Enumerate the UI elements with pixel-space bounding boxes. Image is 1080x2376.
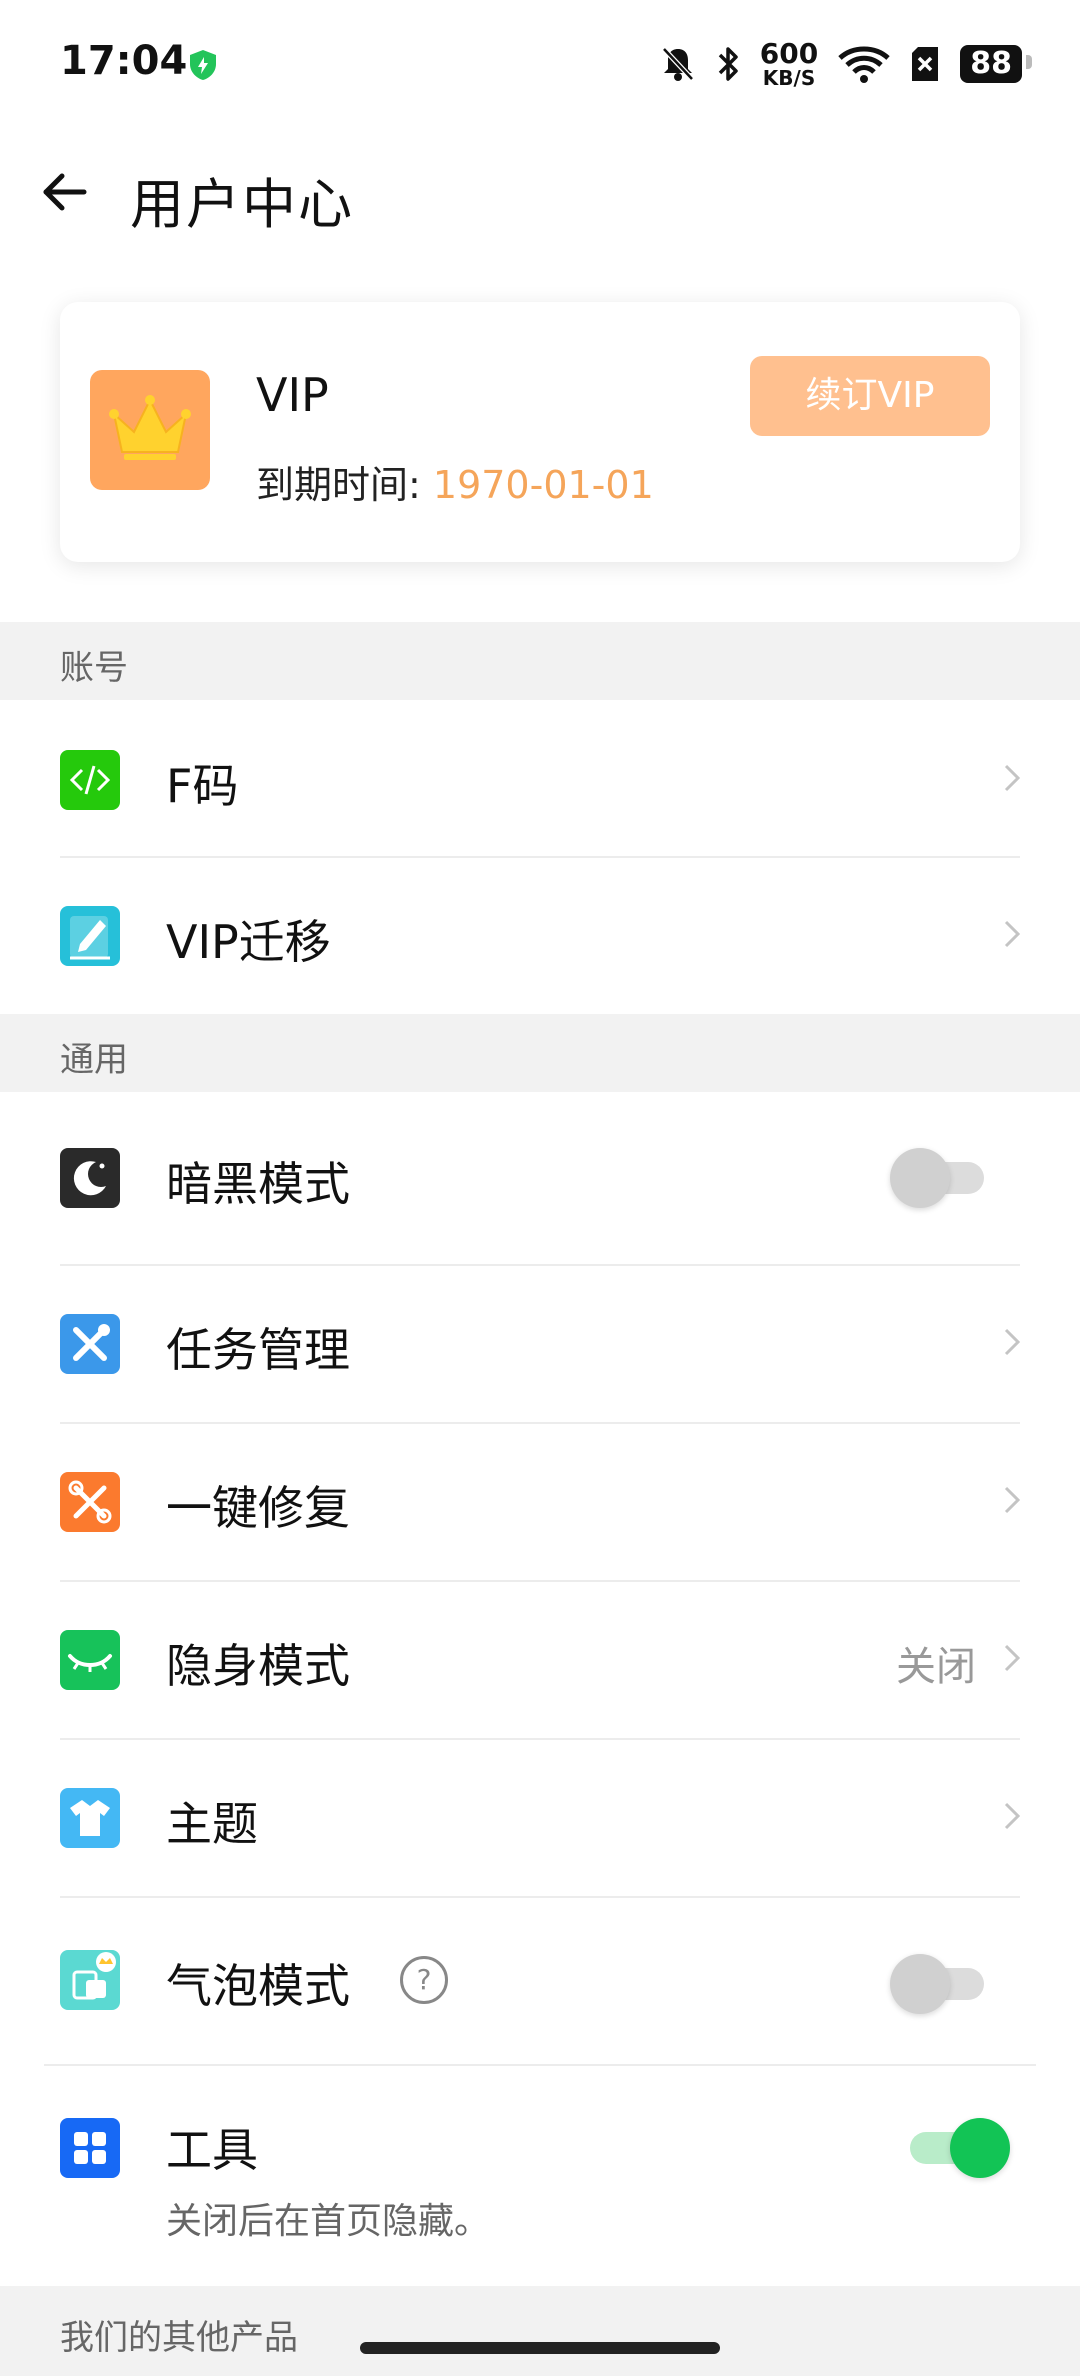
row-label: VIP迁移 [166,915,331,969]
shield-icon [190,50,216,80]
row-tools: 工具 关闭后在首页隐藏。 [0,2066,1080,2286]
expiry-date: 1970-01-01 [432,463,654,507]
section-title: 我们的其他产品 [60,2318,298,2358]
vip-badge [90,370,210,490]
row-vip-migration[interactable]: VIP迁移 [0,858,1080,1014]
tools-icon [60,1314,120,1374]
renew-vip-button[interactable]: 续订VIP [750,356,990,436]
dark-mode-toggle[interactable] [890,1148,984,1208]
home-indicator[interactable] [360,2342,720,2354]
section-header-account: 账号 [0,622,1080,700]
row-label: 暗黑模式 [166,1157,350,1211]
status-bar: 17:04 600 KB/S 88 [0,0,1080,130]
row-label: 隐身模式 [166,1639,350,1693]
expiry-label: 到期时间: [256,463,421,507]
toggle-knob [890,1954,950,2014]
toggle-knob [950,2118,1010,2178]
battery-indicator: 88 [960,45,1032,83]
row-dark-mode: 暗黑模式 [0,1092,1080,1264]
wifi-icon [838,46,890,83]
chevron-right-icon [1004,1644,1021,1672]
grid-icon [60,2118,120,2178]
chevron-right-icon [1004,1802,1021,1830]
chevron-right-icon [1004,1328,1021,1356]
closed-eye-icon [60,1630,120,1690]
status-icons: 600 KB/S 88 [660,36,1032,92]
section-title: 通用 [60,1040,128,1080]
vip-expiry: 到期时间: 1970-01-01 [256,454,654,509]
row-theme[interactable]: 主题 [0,1740,1080,1896]
tools-toggle[interactable] [910,2118,1010,2178]
header: 用户中心 [0,140,1080,250]
section-header-general: 通用 [0,1014,1080,1092]
chevron-right-icon [1004,1486,1021,1514]
row-label: 任务管理 [166,1323,350,1377]
row-label: 一键修复 [166,1481,350,1535]
shirt-icon [60,1788,120,1848]
section-title: 账号 [60,648,128,688]
bluetooth-icon [718,47,738,81]
row-label: F码 [166,759,239,813]
edit-note-icon [60,906,120,966]
code-icon [60,750,120,810]
screen: 17:04 600 KB/S 88 用户中心 VIP 到期时间: 1970-01… [0,0,1080,2376]
crown-icon [109,395,191,460]
tools-description: 关闭后在首页隐藏。 [166,2201,491,2242]
toggle-knob [890,1148,950,1208]
stealth-mode-value: 关闭 [896,1644,976,1690]
vip-card: VIP 到期时间: 1970-01-01 续订VIP [60,302,1020,562]
row-label: 工具 [166,2123,258,2177]
status-time: 17:04 [60,38,188,84]
vip-name: VIP [256,368,329,422]
network-speed: 600 KB/S [759,37,819,90]
row-f-code[interactable]: F码 [0,700,1080,856]
chevron-right-icon [1004,920,1021,948]
arrow-left-icon[interactable] [36,162,96,222]
help-icon[interactable]: ? [400,1956,448,2004]
row-stealth-mode[interactable]: 隐身模式 关闭 [0,1582,1080,1738]
section-header-other: 我们的其他产品 [0,2286,1080,2376]
repair-icon [60,1472,120,1532]
page-title: 用户中心 [130,173,354,236]
row-label: 气泡模式 [166,1959,350,2013]
bell-muted-icon [661,47,694,81]
bubble-mode-toggle[interactable] [890,1954,984,2014]
moon-icon [60,1148,120,1208]
row-bubble-mode: 气泡模式 ? [0,1898,1080,2064]
sim-off-icon [912,47,939,81]
row-one-click-repair[interactable]: 一键修复 [0,1424,1080,1580]
row-label: 主题 [166,1797,258,1851]
row-task-management[interactable]: 任务管理 [0,1266,1080,1422]
chevron-right-icon [1004,764,1021,792]
bubble-icon [60,1950,120,2010]
